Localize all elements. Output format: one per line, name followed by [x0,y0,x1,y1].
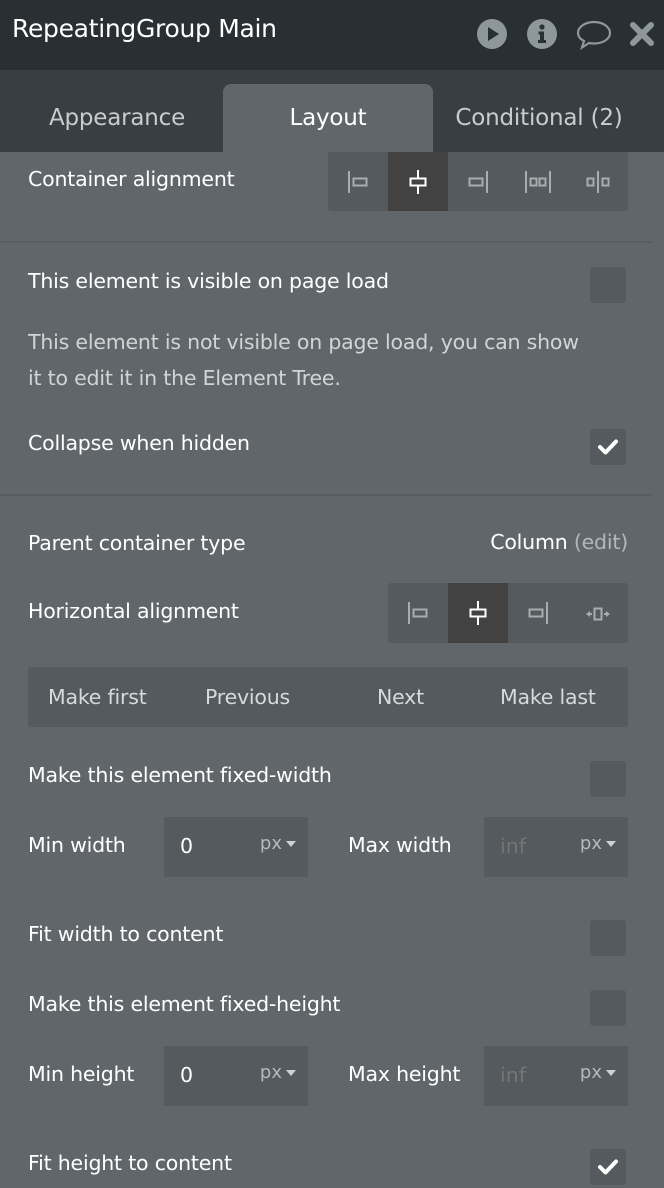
checkmark-icon [598,1159,618,1175]
fixed-width-label: Make this element fixed-width [28,763,332,787]
fixed-height-checkbox[interactable] [590,990,626,1026]
fit-width-label: Fit width to content [28,922,224,946]
unit-label: px [259,833,282,854]
unit-label: px [579,1062,602,1083]
container-alignment-control [328,152,628,211]
caret-down-icon [286,1069,296,1076]
caret-down-icon [606,1069,616,1076]
min-height-field: px [164,1046,308,1106]
make-last-button[interactable]: Make last [500,667,596,727]
max-height-field: px [484,1046,628,1106]
panel-header: RepeatingGroup Main [0,0,664,70]
container-space-between-button[interactable] [508,152,568,211]
align-center-icon [469,601,487,625]
next-button[interactable]: Next [377,667,424,727]
fixed-width-checkbox[interactable] [590,761,626,797]
horizontal-stretch-button[interactable] [568,583,628,643]
tab-bar: Appearance Layout Conditional (2) [0,70,664,152]
align-right-icon [468,171,488,193]
container-space-around-button[interactable] [568,152,628,211]
align-left-icon [408,602,428,624]
stretch-icon [586,607,610,621]
container-align-center-button[interactable] [388,152,448,211]
min-height-input[interactable] [180,1063,250,1087]
min-width-field: px [164,817,308,877]
min-height-unit-dropdown[interactable]: px [260,1062,296,1083]
element-order-controls: Make first Previous Next Make last [28,667,628,727]
max-width-input[interactable] [500,834,570,858]
checkmark-icon [598,439,618,455]
horizontal-align-center-button[interactable] [448,583,508,643]
fixed-height-label: Make this element fixed-height [28,992,341,1016]
unit-label: px [579,833,602,854]
tab-appearance[interactable]: Appearance [12,84,222,152]
max-width-unit-dropdown[interactable]: px [580,833,616,854]
horizontal-align-right-button[interactable] [508,583,568,643]
make-first-button[interactable]: Make first [48,667,147,727]
min-width-label: Min width [28,833,126,857]
max-height-label: Max height [348,1062,461,1086]
comment-icon[interactable] [575,18,613,50]
tab-conditional[interactable]: Conditional (2) [434,84,644,152]
caret-down-icon [606,840,616,847]
align-center-icon [409,170,427,194]
parent-container-type-label: Parent container type [28,531,246,555]
fit-height-label: Fit height to content [28,1151,232,1175]
info-icon[interactable] [526,18,558,50]
horizontal-align-left-button[interactable] [388,583,448,643]
container-align-right-button[interactable] [448,152,508,211]
horizontal-alignment-label: Horizontal alignment [28,599,239,623]
max-width-label: Max width [348,833,452,857]
parent-container-edit-link[interactable]: (edit) [574,530,628,554]
previous-button[interactable]: Previous [205,667,290,727]
fit-height-checkbox[interactable] [590,1149,626,1185]
space-around-icon [586,171,610,193]
section-divider [0,241,652,243]
container-alignment-label: Container alignment [28,167,235,191]
unit-label: px [259,1062,282,1083]
container-align-left-button[interactable] [328,152,388,211]
min-height-label: Min height [28,1062,135,1086]
parent-container-type-value: Column [490,530,568,554]
section-divider [0,494,652,496]
visibility-helper-text: This element is not visible on page load… [28,330,579,390]
min-width-input[interactable] [180,834,250,858]
tab-layout[interactable]: Layout [223,84,433,152]
align-right-icon [528,602,548,624]
visible-on-load-label: This element is visible on page load [28,269,389,293]
horizontal-alignment-control [388,583,628,643]
space-between-icon [525,171,551,193]
visible-on-load-checkbox[interactable] [590,267,626,303]
min-width-unit-dropdown[interactable]: px [260,833,296,854]
align-left-icon [348,171,368,193]
max-height-input[interactable] [500,1063,570,1087]
parent-container-value: Column (edit) [490,530,628,554]
caret-down-icon [286,840,296,847]
max-height-unit-dropdown[interactable]: px [580,1062,616,1083]
close-icon[interactable] [626,18,658,50]
play-icon[interactable] [476,18,508,50]
collapse-when-hidden-label: Collapse when hidden [28,431,250,455]
element-title: RepeatingGroup Main [12,14,277,43]
collapse-when-hidden-checkbox[interactable] [590,429,626,465]
fit-width-checkbox[interactable] [590,920,626,956]
max-width-field: px [484,817,628,877]
